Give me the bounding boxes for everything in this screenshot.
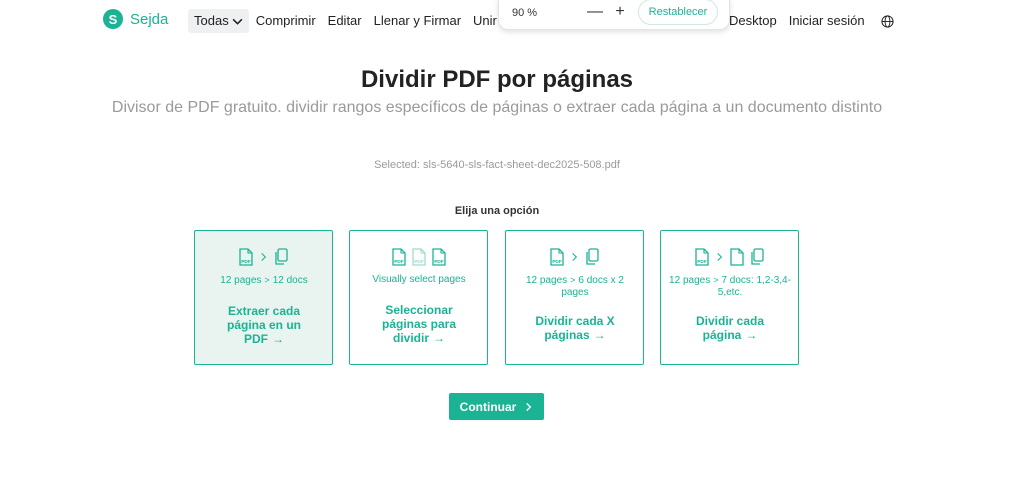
arrow-right-icon: → [593, 328, 606, 342]
option-label-line: página [702, 328, 742, 342]
arrow-right-icon: > [570, 275, 576, 285]
nav-todas-dropdown[interactable]: Todas [188, 9, 249, 33]
zoom-in-button[interactable]: + [612, 2, 628, 22]
nav-item-desktop[interactable]: Desktop [723, 9, 783, 33]
copy-files-icon [751, 248, 764, 265]
svg-text:PDF: PDF [697, 259, 707, 265]
nav-todas-label: Todas [194, 13, 229, 28]
svg-text:PDF: PDF [434, 259, 444, 265]
svg-text:PDF: PDF [394, 259, 404, 265]
option-label-line: Dividir cada [695, 314, 765, 328]
arrow-right-icon: > [264, 275, 270, 285]
arrow-right-icon: → [272, 332, 284, 346]
option-label: Seleccionar páginas para dividir → [360, 303, 478, 345]
option-description-to: 12 docs [272, 275, 308, 286]
continue-label: Continuar [459, 399, 517, 414]
option-icons: PDF [506, 248, 643, 266]
nav-item-llenar-firmar[interactable]: Llenar y Firmar [368, 9, 467, 33]
nav-right: Desktop Iniciar sesión [723, 9, 894, 33]
option-label-line: Dividir cada X [535, 314, 615, 328]
svg-text:PDF: PDF [414, 259, 424, 265]
option-label-line: PDF [244, 332, 268, 346]
option-extract-each-page[interactable]: PDF 12 pages >12 docs Extraer cada página en… [194, 230, 333, 365]
option-description-to: 7 docs: 1,2-3,4-5,etc. [717, 275, 791, 298]
option-label-line: páginas para [381, 317, 457, 331]
globe-icon[interactable] [880, 14, 894, 28]
nav-item-editar[interactable]: Editar [322, 9, 368, 33]
option-description: Visually select pages [358, 274, 480, 286]
page-title: Dividir PDF por páginas [360, 66, 634, 93]
option-description: 12 pages >12 docs [203, 274, 325, 287]
file-icon [730, 248, 744, 266]
logo-text: Sejda [130, 10, 169, 28]
option-label-line: páginas [544, 328, 590, 342]
logo-mark-icon: S [103, 9, 123, 29]
option-description-from: 12 pages [220, 275, 262, 286]
option-description: 12 pages >7 docs: 1,2-3,4-5,etc. [669, 274, 791, 299]
option-split-each-page[interactable]: PDF 12 pages >7 docs: 1,2-3,4-5,etc. Dividi… [660, 230, 799, 365]
sejda-logo[interactable]: S Sejda [103, 9, 168, 29]
option-icons: PDF PDF PDF [350, 248, 487, 266]
zoom-level: 90 % [512, 7, 538, 19]
main-nav: Todas Comprimir Editar Llenar y Firmar U… [188, 9, 524, 33]
option-label: Extraer cada página en un PDF → [205, 304, 323, 346]
option-icons: PDF [195, 248, 332, 266]
option-label: Dividir cada Xpáginas → [516, 314, 634, 342]
zoom-reset-button[interactable]: Restablecer [638, 0, 718, 25]
option-description: 12 pages >6 docs x 2 pages [514, 274, 636, 299]
copy-files-icon [275, 248, 288, 265]
nav-item-comprimir[interactable]: Comprimir [250, 9, 322, 33]
arrow-right-icon: > [713, 275, 719, 285]
zoom-popup: 90 % — + Restablecer [498, 0, 730, 30]
chevron-right-icon [572, 253, 578, 261]
zoom-out-button[interactable]: — [587, 2, 603, 22]
option-description-from: 12 pages [669, 275, 711, 286]
svg-text:PDF: PDF [552, 259, 562, 265]
pdf-file-icon: PDF [411, 248, 426, 266]
copy-files-icon [586, 248, 599, 265]
option-prompt: Elija una opción [454, 205, 540, 217]
selected-file: Selected: sls-5640-sls-fact-sheet-dec202… [374, 159, 620, 171]
option-label-line: dividir [392, 331, 429, 345]
continue-button[interactable]: Continuar [449, 393, 544, 420]
pdf-file-icon: PDF [550, 248, 564, 266]
option-icons: PDF [661, 248, 798, 266]
option-description-from: 12 pages [525, 275, 568, 286]
nav-item-iniciar-sesion[interactable]: Iniciar sesión [783, 9, 871, 33]
option-description-from: Visually select pages [372, 274, 466, 285]
option-select-pages[interactable]: PDF PDF PDF Visually select pages Selecciona… [349, 230, 488, 365]
pdf-file-icon: PDF [695, 248, 709, 266]
chevron-right-icon [261, 253, 267, 261]
option-label-line: Seleccionar [385, 303, 453, 317]
pdf-file-icon: PDF [431, 248, 446, 266]
arrow-right-icon: → [433, 331, 445, 345]
svg-text:PDF: PDF [241, 259, 251, 265]
arrow-right-icon: → [745, 328, 758, 342]
option-label-line: página en un [226, 318, 301, 332]
pdf-file-icon: PDF [391, 248, 406, 266]
option-label: Dividir cada página → [671, 314, 789, 342]
page-subtitle: Divisor de PDF gratuito. dividir rangos … [111, 99, 883, 116]
chevron-right-icon [717, 253, 723, 261]
chevron-down-icon [232, 18, 243, 25]
chevron-right-icon [526, 402, 532, 411]
option-split-every-x[interactable]: PDF 12 pages >6 docs x 2 pages Dividir cada… [505, 230, 644, 365]
option-label-line: Extraer cada [227, 304, 301, 318]
pdf-file-icon: PDF [239, 248, 253, 266]
